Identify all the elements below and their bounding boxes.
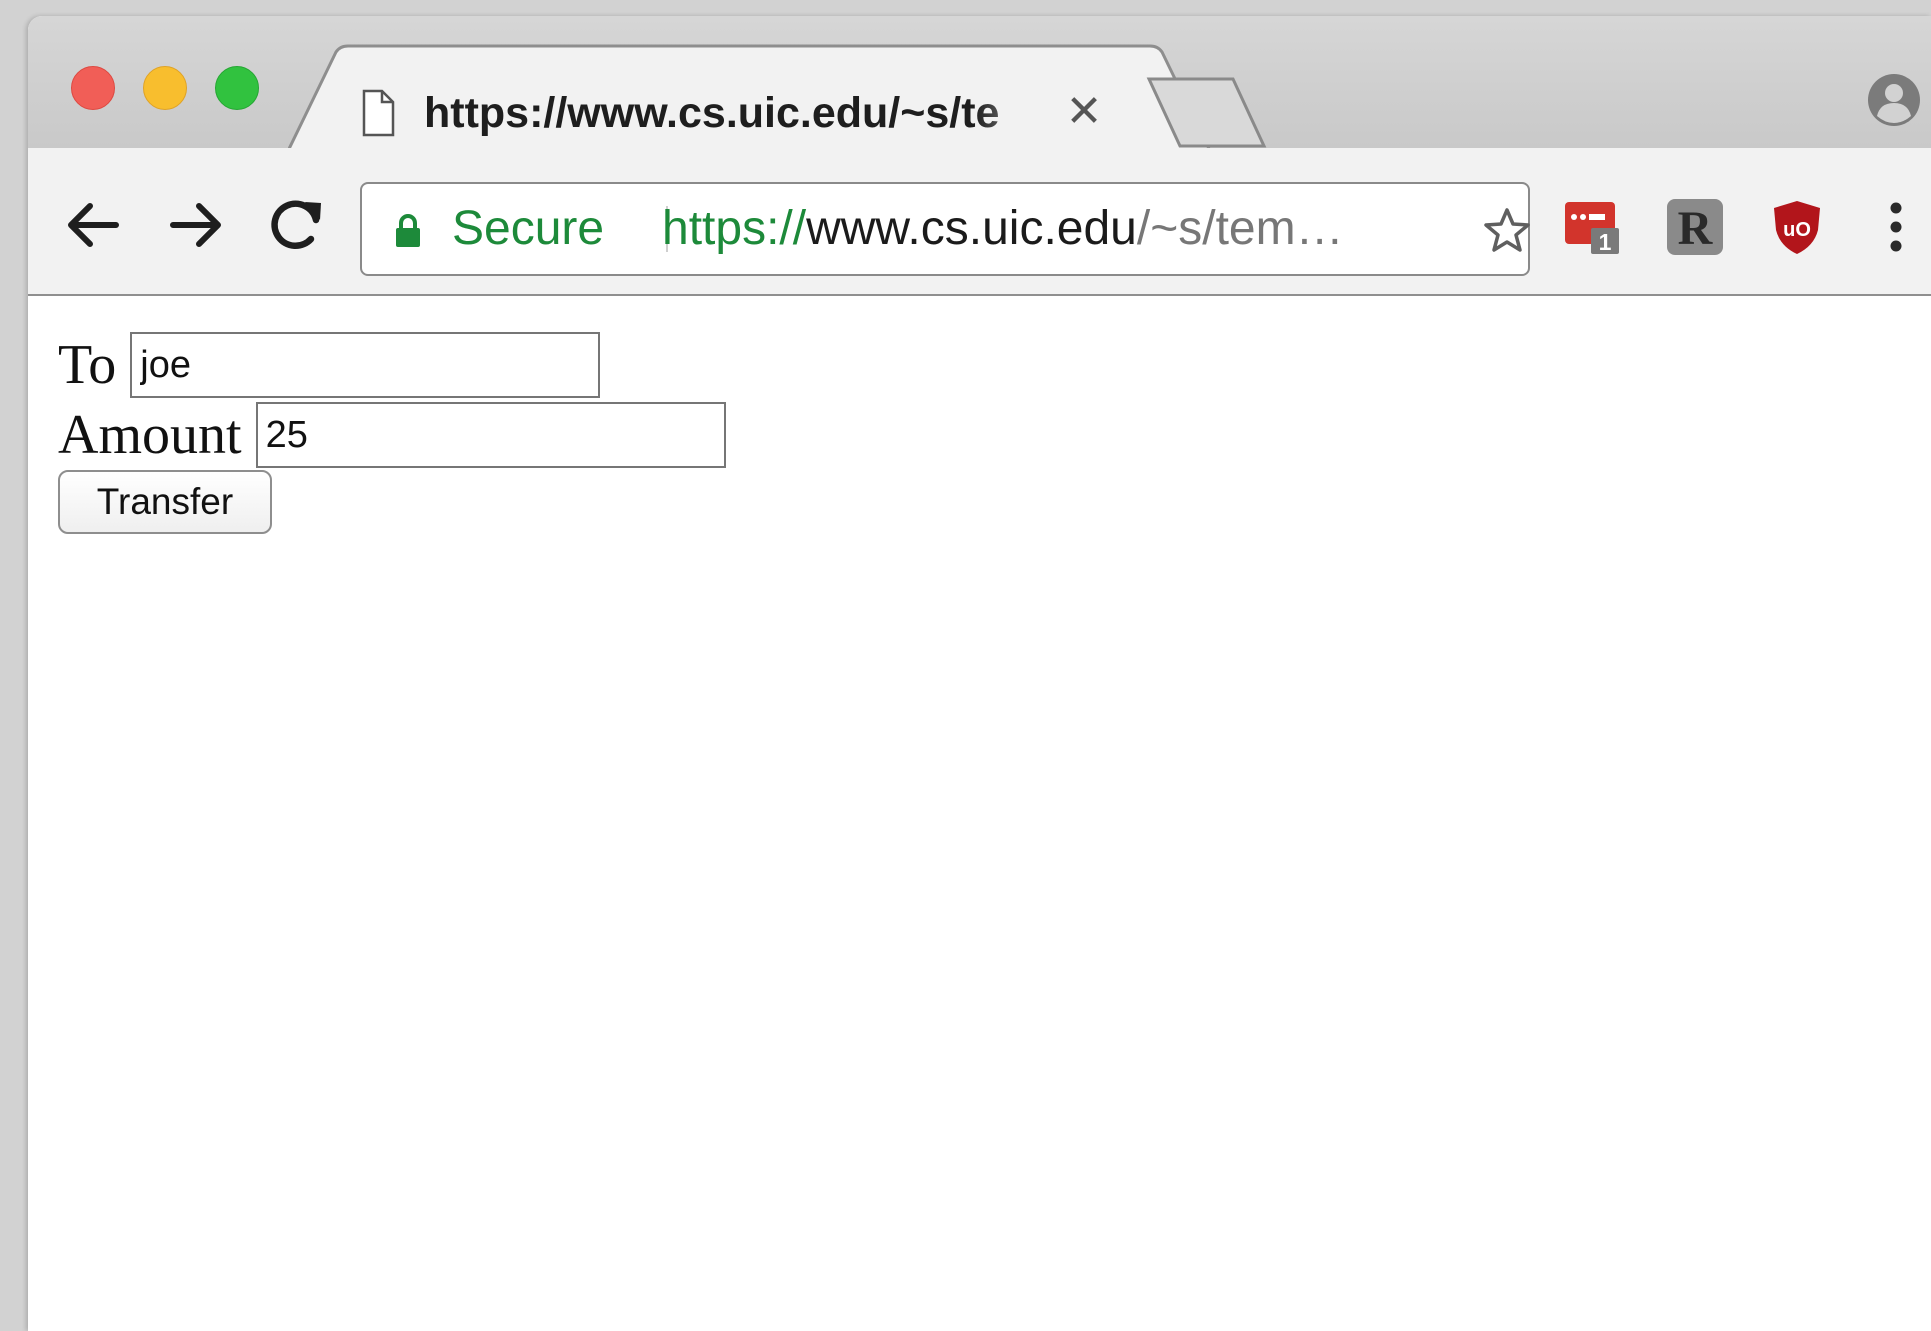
address-bar[interactable]: Secure https://www.cs.uic.edu/~s/tem… bbox=[360, 182, 1530, 276]
transfer-button[interactable]: Transfer bbox=[58, 470, 272, 534]
url-path: /~s/tem… bbox=[1136, 202, 1344, 255]
to-label: To bbox=[58, 334, 117, 396]
back-arrow-icon[interactable] bbox=[58, 190, 128, 260]
extension-badge-count: 1 bbox=[1599, 229, 1612, 255]
browser-window: https://www.cs.uic.edu/~s/te ✕ Secure ht… bbox=[28, 16, 1931, 1331]
page-icon bbox=[362, 89, 395, 137]
tab-title: https://www.cs.uic.edu/~s/te bbox=[424, 89, 1000, 137]
to-input[interactable] bbox=[130, 332, 601, 398]
bookmark-star-icon[interactable] bbox=[1482, 206, 1532, 256]
lock-icon bbox=[396, 214, 420, 247]
to-row: To bbox=[58, 332, 601, 398]
ublock-shield-icon[interactable]: uO bbox=[1768, 198, 1826, 256]
forward-arrow-icon[interactable] bbox=[161, 190, 231, 260]
tab-close-icon[interactable]: ✕ bbox=[1059, 87, 1109, 137]
extension-r-letter: R bbox=[1678, 202, 1714, 255]
url-text[interactable]: https://www.cs.uic.edu/~s/tem… bbox=[662, 201, 1344, 257]
url-host: www.cs.uic.edu bbox=[806, 202, 1137, 255]
page-content: To Amount Transfer bbox=[28, 296, 1931, 1331]
profile-icon[interactable] bbox=[1866, 72, 1922, 128]
extension-r-icon[interactable]: R bbox=[1666, 198, 1724, 256]
extension-calendar-icon[interactable]: 1 bbox=[1563, 198, 1621, 256]
new-tab-button[interactable] bbox=[1146, 76, 1268, 150]
menu-dots-icon[interactable] bbox=[1876, 196, 1916, 258]
amount-row: Amount bbox=[58, 402, 726, 468]
minimize-window-button[interactable] bbox=[143, 66, 187, 110]
tab-strip: https://www.cs.uic.edu/~s/te ✕ bbox=[28, 16, 1931, 152]
amount-label: Amount bbox=[58, 404, 242, 466]
amount-input[interactable] bbox=[255, 402, 726, 468]
zoom-window-button[interactable] bbox=[215, 66, 259, 110]
ublock-label: uO bbox=[1783, 219, 1811, 241]
secure-label: Secure bbox=[452, 202, 605, 255]
browser-toolbar: Secure https://www.cs.uic.edu/~s/tem… 1 … bbox=[28, 148, 1931, 296]
reload-icon[interactable] bbox=[261, 190, 331, 260]
url-scheme: https:// bbox=[662, 202, 807, 255]
close-window-button[interactable] bbox=[71, 66, 115, 110]
